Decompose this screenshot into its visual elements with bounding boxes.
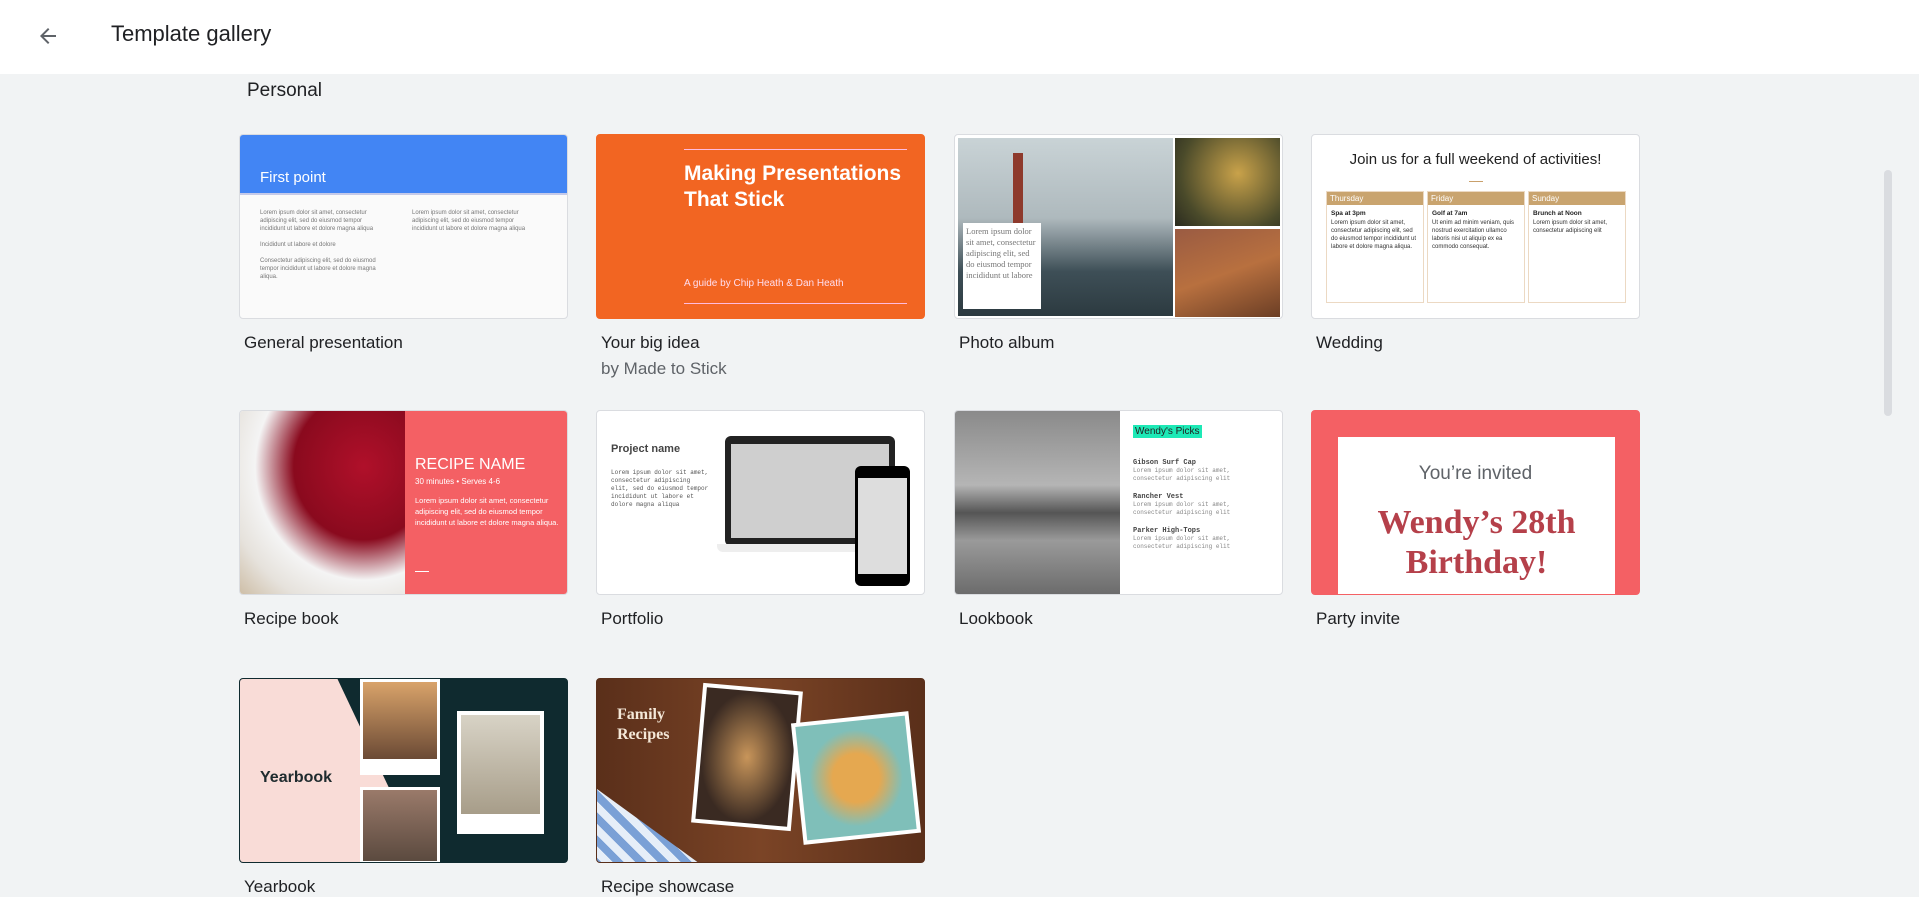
thumb-text: You’re invited (1418, 463, 1533, 484)
thumb-text: Lorem ipsum dolor sit amet, consectetur … (260, 210, 374, 232)
template-party-invite[interactable]: You’re invited Wendy’s 28th Birthday! Pa… (1311, 410, 1640, 629)
day-column: Sunday Brunch at Noon Lorem ipsum dolor … (1528, 191, 1626, 303)
template-thumbnail[interactable]: Lorem ipsum dolor sit amet, consectetur … (954, 134, 1283, 319)
thumb-heading: Wendy’s 28th Birthday! (1377, 504, 1576, 581)
day-text: Lorem ipsum dolor sit amet, consectetur … (1533, 220, 1608, 234)
thumb-heading: First point (260, 169, 326, 186)
template-thumbnail[interactable]: First point Lorem ipsum dolor sit amet, … (239, 134, 568, 319)
thumb-heading: Join us for a full weekend of activities… (1349, 151, 1602, 168)
template-portfolio[interactable]: Project name Lorem ipsum dolor sit amet,… (596, 410, 925, 629)
thumb-heading: Project name (611, 443, 681, 455)
leaves-photo (1175, 138, 1280, 226)
day-event: Brunch at Noon (1533, 210, 1582, 217)
lookbook-item: Rancher Vest Lorem ipsum dolor sit amet,… (1133, 493, 1248, 517)
template-wedding[interactable]: Join us for a full weekend of activities… (1311, 134, 1640, 353)
pie-photo (790, 711, 922, 845)
item-text: Lorem ipsum dolor sit amet, consectetur … (1133, 501, 1231, 516)
photo (360, 679, 440, 775)
lookbook-item: Parker High-Tops Lorem ipsum dolor sit a… (1133, 527, 1248, 551)
day-name: Sunday (1529, 192, 1625, 205)
thumb-heading: Yearbook (260, 769, 333, 786)
day-column: Friday Golf at 7am Ut enim ad minim veni… (1427, 191, 1525, 303)
thumb-meta: 30 minutes • Serves 4-6 (415, 477, 501, 486)
day-column: Thursday Spa at 3pm Lorem ipsum dolor si… (1326, 191, 1424, 303)
template-thumbnail[interactable]: You’re invited Wendy’s 28th Birthday! (1311, 410, 1640, 595)
template-label: Party invite (1316, 609, 1401, 628)
template-label: Lookbook (959, 609, 1033, 628)
template-label: General presentation (244, 333, 403, 352)
thumb-text: Lorem ipsum dolor sit amet, consectetur … (611, 469, 709, 508)
item-name: Gibson Surf Cap (1133, 459, 1197, 467)
thumb-text: Consectetur adipiscing elit, sed do eius… (260, 258, 376, 280)
template-yearbook[interactable]: Yearbook Yearbook (239, 678, 568, 897)
day-text: Ut enim ad minim veniam, quis nostrud ex… (1432, 220, 1515, 250)
back-button[interactable] (30, 18, 66, 54)
template-recipe-book[interactable]: RECIPE NAME 30 minutes • Serves 4-6 Lore… (239, 410, 568, 629)
thumb-heading: Wendy's Picks (1133, 425, 1202, 438)
template-label: Portfolio (601, 609, 664, 628)
template-label: Photo album (959, 333, 1055, 352)
thumb-text: Lorem ipsum dolor sit amet, consectetur … (412, 210, 526, 232)
template-thumbnail[interactable]: RECIPE NAME 30 minutes • Serves 4-6 Lore… (239, 410, 568, 595)
template-lookbook[interactable]: Wendy's Picks Gibson Surf Cap Lorem ipsu… (954, 410, 1283, 629)
template-thumbnail[interactable]: Wendy's Picks Gibson Surf Cap Lorem ipsu… (954, 410, 1283, 595)
item-text: Lorem ipsum dolor sit amet, consectetur … (1133, 535, 1231, 550)
template-photo-album[interactable]: Lorem ipsum dolor sit amet, consectetur … (954, 134, 1283, 353)
thumb-caption: Lorem ipsum dolor sit amet, consectetur … (963, 223, 1041, 309)
template-thumbnail[interactable]: Yearbook (239, 678, 568, 863)
template-label: Recipe book (244, 609, 339, 628)
skater-photo (955, 411, 1120, 594)
arrow-left-icon (40, 28, 56, 44)
day-name: Friday (1428, 192, 1524, 205)
photo (457, 711, 544, 834)
day-event: Golf at 7am (1432, 210, 1468, 217)
template-your-big-idea[interactable]: Making Presentations That Stick A guide … (596, 134, 925, 379)
template-general-presentation[interactable]: First point Lorem ipsum dolor sit amet, … (239, 134, 568, 353)
template-thumbnail[interactable]: Making Presentations That Stick A guide … (596, 134, 925, 319)
thumb-heading: Making Presentations That Stick (684, 162, 902, 211)
template-label: Yearbook (244, 877, 316, 896)
item-name: Rancher Vest (1133, 493, 1184, 501)
template-recipe-showcase[interactable]: Family Recipes Recipe showcase (596, 678, 925, 897)
day-text: Lorem ipsum dolor sit amet, consectetur … (1331, 220, 1417, 250)
day-event: Spa at 3pm (1331, 210, 1366, 217)
photo (360, 787, 440, 862)
template-label: Recipe showcase (601, 877, 735, 896)
app-header: Template gallery (0, 0, 1919, 74)
template-thumbnail[interactable]: Family Recipes (596, 678, 925, 863)
noodles-photo (691, 682, 803, 832)
thumb-heading: RECIPE NAME (415, 456, 526, 473)
mugs-photo (1175, 229, 1280, 317)
template-label: Your big idea (601, 333, 700, 352)
lookbook-item: Gibson Surf Cap Lorem ipsum dolor sit am… (1133, 459, 1248, 483)
item-name: Parker High-Tops (1133, 527, 1201, 535)
item-text: Lorem ipsum dolor sit amet, consectetur … (1133, 467, 1231, 482)
thumb-text: Lorem ipsum dolor sit amet, consectetur … (415, 496, 559, 527)
thumb-text: Incididunt ut labore et dolore (260, 242, 336, 248)
template-author: by Made to Stick (601, 359, 727, 378)
thumb-byline: A guide by Chip Heath & Dan Heath (684, 278, 844, 289)
scrollbar-thumb[interactable] (1884, 170, 1892, 416)
thumb-heading: Family Recipes (617, 706, 670, 743)
raspberries-photo (240, 411, 405, 594)
template-thumbnail[interactable]: Project name Lorem ipsum dolor sit amet,… (596, 410, 925, 595)
template-thumbnail[interactable]: Join us for a full weekend of activities… (1311, 134, 1640, 319)
day-name: Thursday (1327, 192, 1423, 205)
template-label: Wedding (1316, 333, 1383, 352)
page-title: Template gallery (111, 21, 272, 46)
section-heading: Personal (247, 80, 322, 101)
phone-image (855, 466, 910, 586)
